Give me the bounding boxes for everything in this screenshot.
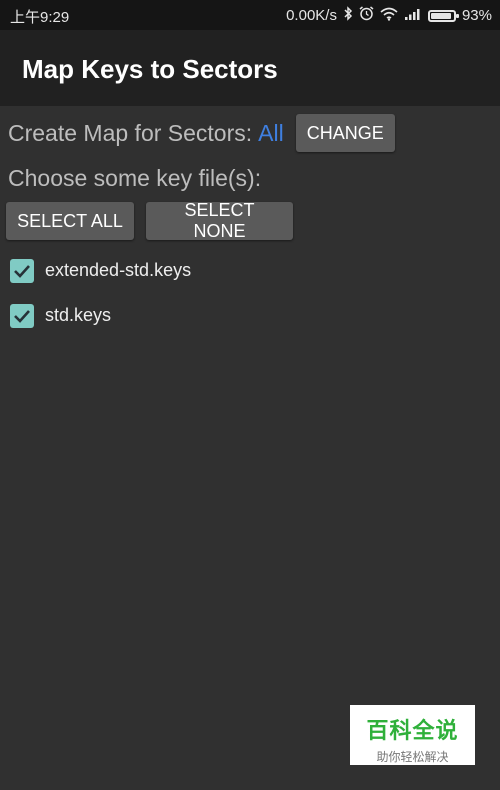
battery-icon — [427, 9, 459, 22]
select-none-button[interactable]: SELECT NONE — [146, 200, 293, 241]
watermark-logo: 百科全说 助你轻松解决 — [350, 705, 475, 765]
sectors-label: Create Map for Sectors: — [8, 119, 253, 146]
choose-keys-label: Choose some key file(s): — [8, 165, 262, 191]
battery-percent: 93% — [461, 6, 492, 24]
sectors-value: All — [258, 119, 284, 146]
page-title: Map Keys to Sectors — [22, 54, 278, 84]
signal-icon — [404, 7, 422, 24]
key-file-list: extended-std.keys std.keys — [10, 256, 191, 346]
list-item[interactable]: extended-std.keys — [10, 256, 191, 285]
checkmark-icon — [14, 264, 30, 278]
network-speed: 0.00K/s — [286, 6, 337, 24]
selection-buttons: SELECT ALL SELECT NONE — [6, 200, 293, 241]
change-button[interactable]: CHANGE — [295, 114, 395, 152]
screen: 上午9:29 0.00K/s 93% Map Keys to Sectors C… — [0, 0, 500, 790]
file-name: extended-std.keys — [45, 260, 192, 280]
bluetooth-icon — [343, 6, 353, 25]
alarm-icon — [359, 6, 374, 25]
app-bar: Map Keys to Sectors — [0, 30, 500, 106]
checkbox-checked[interactable] — [10, 258, 34, 283]
list-item[interactable]: std.keys — [10, 301, 191, 330]
wifi-icon — [380, 7, 398, 25]
select-all-button[interactable]: SELECT ALL — [6, 202, 134, 240]
watermark-sub: 助你轻松解决 — [376, 750, 449, 764]
sectors-row: Create Map for Sectors: All CHANGE — [8, 114, 395, 152]
checkmark-icon — [14, 309, 30, 323]
watermark-main: 百科全说 — [366, 718, 459, 743]
status-icons: 0.00K/s 93% — [286, 6, 492, 25]
battery-level — [430, 12, 451, 19]
file-name: std.keys — [45, 305, 112, 325]
status-bar: 上午9:29 0.00K/s 93% — [0, 0, 500, 30]
checkbox-checked[interactable] — [10, 303, 34, 328]
status-time: 上午9:29 — [10, 9, 70, 26]
